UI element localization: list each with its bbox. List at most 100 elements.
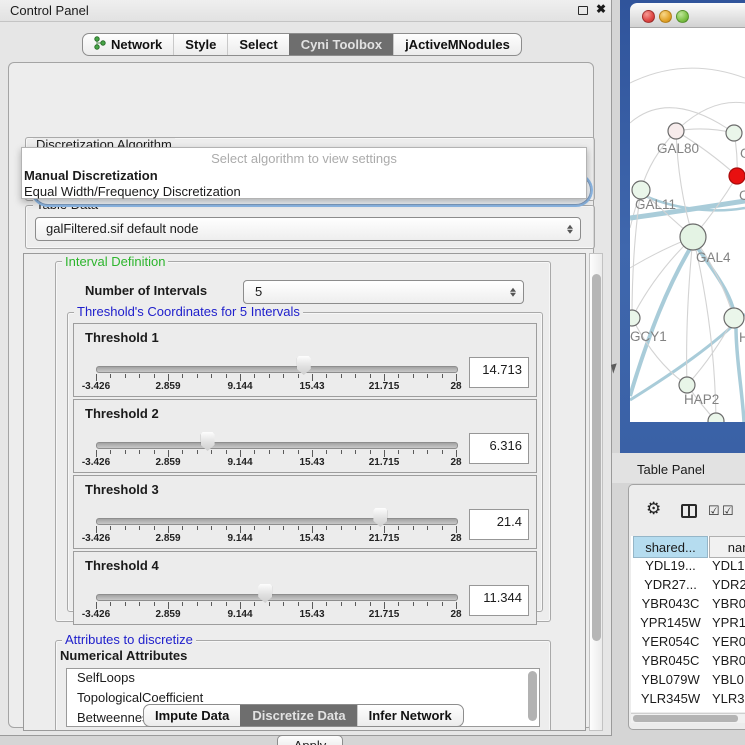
tab-infer-network[interactable]: Infer Network <box>357 705 463 726</box>
zoom-traffic-light-icon[interactable] <box>676 10 689 23</box>
settings-scrollbar[interactable] <box>589 253 603 731</box>
table-row[interactable]: YBR045CYBR0 <box>631 653 745 672</box>
minimize-traffic-light-icon[interactable] <box>659 10 672 23</box>
checkbox-icon[interactable]: ☑ <box>708 503 720 519</box>
slider-tick <box>398 526 399 530</box>
tab-select[interactable]: Select <box>227 34 288 55</box>
threshold-slider-track[interactable] <box>96 594 458 601</box>
table-row[interactable]: YIL052CYIL0 <box>631 710 745 712</box>
column-layout-icon[interactable] <box>681 504 697 518</box>
slider-tick <box>197 526 198 530</box>
slider-tick <box>413 374 414 378</box>
tab-jactivemnodules[interactable]: jActiveMNodules <box>393 34 521 55</box>
tab-label: jActiveMNodules <box>405 37 510 52</box>
close-icon[interactable]: ✖ <box>596 2 606 16</box>
attributes-list-scrollbar-thumb[interactable] <box>528 671 537 721</box>
slider-tick <box>254 374 255 378</box>
threshold-value-field[interactable]: 11.344 <box>469 585 529 616</box>
network-node-gal80[interactable] <box>668 123 684 139</box>
slider-tick <box>370 602 371 606</box>
slider-tick <box>456 602 457 609</box>
threshold-value-field[interactable]: 21.4 <box>469 509 529 540</box>
float-window-icon[interactable] <box>578 6 588 15</box>
tab-network[interactable]: Network <box>83 34 173 55</box>
network-node-label: H <box>739 330 745 345</box>
number-of-intervals-combobox[interactable]: 5 <box>243 280 524 304</box>
table-horizontal-scrollbar[interactable] <box>631 713 745 723</box>
settings-scrollbar-thumb[interactable] <box>592 274 601 641</box>
slider-tick <box>182 374 183 378</box>
slider-tick <box>96 374 97 381</box>
table-row[interactable]: YDR27...YDR2 <box>631 577 745 596</box>
slider-tick <box>312 602 313 609</box>
network-edge[interactable] <box>687 318 734 385</box>
slider-tick-label: -3.426 <box>82 533 110 544</box>
slider-tick <box>168 526 169 533</box>
network-node-node-right[interactable] <box>724 308 744 328</box>
network-node-hap2[interactable] <box>679 377 695 393</box>
table-row[interactable]: YDL19...YDL1 <box>631 558 745 577</box>
slider-tick <box>154 526 155 530</box>
table-row[interactable]: YER054CYER0 <box>631 634 745 653</box>
network-node-node-topright[interactable] <box>726 125 742 141</box>
apply-button[interactable]: Apply <box>277 735 343 745</box>
slider-tick <box>197 374 198 378</box>
table-data-combobox[interactable]: galFiltered.sif default node <box>35 217 581 241</box>
node-table[interactable]: YDL19...YDL1YDR27...YDR2YBR043CYBR0YPR14… <box>631 558 745 712</box>
checkbox-icon[interactable]: ☑ <box>722 503 734 519</box>
dropdown-item-equal-width-frequency-discretization[interactable]: Equal Width/Frequency Discretization <box>24 184 241 200</box>
tab-discretize-data[interactable]: Discretize Data <box>240 705 356 726</box>
threshold-value-field[interactable]: 6.316 <box>469 433 529 464</box>
slider-tick <box>398 450 399 454</box>
network-edge[interactable] <box>630 68 745 83</box>
slider-tick <box>168 374 169 381</box>
threshold-value-field[interactable]: 14.713 <box>469 357 529 388</box>
network-node-node-red[interactable] <box>729 168 745 184</box>
number-of-intervals-value: 5 <box>255 284 262 299</box>
network-canvas[interactable]: GAL80GGAL11CGAL4GCY1HHAP2 <box>630 28 745 422</box>
column-header-name[interactable]: name <box>709 536 745 558</box>
network-edge[interactable] <box>641 131 676 190</box>
slider-tick <box>341 374 342 378</box>
settings-scroll-area: Interval Definition Number of Intervals … <box>23 253 586 731</box>
slider-tick <box>182 450 183 454</box>
threshold-slider-track[interactable] <box>96 442 458 449</box>
slider-tick <box>341 526 342 530</box>
close-traffic-light-icon[interactable] <box>642 10 655 23</box>
network-node-label: GAL4 <box>696 250 731 265</box>
threshold-label: Threshold 2 <box>85 406 159 421</box>
list-item[interactable]: SelfLoops <box>77 670 135 690</box>
threshold-slider-track[interactable] <box>96 366 458 373</box>
network-edge[interactable] <box>676 129 734 133</box>
column-header-shared[interactable]: shared... <box>633 536 708 558</box>
slider-tick-label: 28 <box>450 609 461 620</box>
network-node-gcy1[interactable] <box>630 310 640 326</box>
tab-impute-data[interactable]: Impute Data <box>144 705 240 726</box>
slider-tick-label: 15.43 <box>299 533 324 544</box>
network-window-titlebar[interactable] <box>630 3 745 28</box>
slider-tick <box>283 374 284 378</box>
slider-tick <box>96 450 97 457</box>
attributes-list-scrollbar[interactable] <box>526 669 539 726</box>
dropdown-item-manual-discretization[interactable]: Manual Discretization <box>24 168 158 184</box>
table-row[interactable]: YBR043CYBR0 <box>631 596 745 615</box>
table-row[interactable]: YLR345WYLR3 <box>631 691 745 710</box>
slider-tick <box>269 450 270 454</box>
table-cell: YER0 <box>712 634 745 649</box>
slider-tick <box>427 450 428 454</box>
slider-tick <box>298 526 299 530</box>
threshold-slider-track[interactable] <box>96 518 458 525</box>
tab-cyni-toolbox[interactable]: Cyni Toolbox <box>289 34 393 55</box>
network-node-gal4[interactable] <box>680 224 706 250</box>
number-of-intervals-label: Number of Intervals <box>85 283 207 298</box>
gear-icon[interactable]: ⚙ <box>646 500 661 517</box>
tab-style[interactable]: Style <box>173 34 227 55</box>
control-panel-title: Control Panel <box>10 3 89 18</box>
slider-tick <box>355 450 356 454</box>
slider-tick <box>269 602 270 606</box>
slider-tick <box>269 374 270 378</box>
table-row[interactable]: YBL079WYBL0 <box>631 672 745 691</box>
network-node-label: G <box>740 146 745 161</box>
table-row[interactable]: YPR145WYPR1 <box>631 615 745 634</box>
table-horizontal-scrollbar-thumb[interactable] <box>633 715 738 722</box>
